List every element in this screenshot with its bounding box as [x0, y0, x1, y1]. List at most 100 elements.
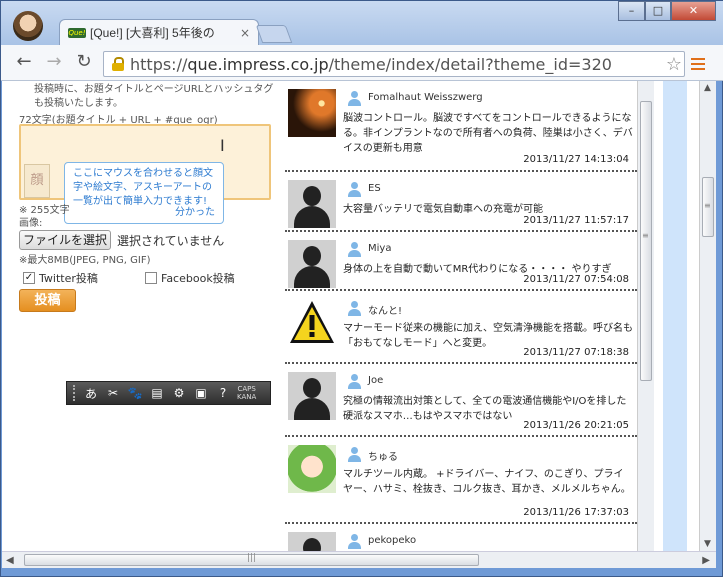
lock-icon [112, 57, 124, 71]
user-avatar[interactable] [288, 180, 336, 228]
ime-caps: CAPS [237, 385, 256, 393]
list-item: Miya 身体の上を自動で動いてMR代わりになる・・・・ やりすぎ 2013/1… [285, 232, 637, 291]
list-item: ES 大容量バッテリで電気自動車への充電が可能 2013/11/27 11:57… [285, 172, 637, 232]
scroll-up-icon[interactable]: ▲ [704, 83, 711, 93]
scroll-left-icon[interactable]: ◀ [6, 555, 14, 566]
answer-feed: Fomalhaut Weisszwerg 脳波コントロール。脳波ですべてをコント… [285, 81, 637, 551]
user-name[interactable]: pekopeko [368, 535, 416, 546]
facebook-checkbox[interactable]: Facebook投稿 [145, 270, 235, 286]
chrome-menu-icon[interactable] [691, 58, 705, 70]
list-item: Joe 究極の情報流出対策として、全ての電波通信機能やI/Oを排した硬派なスマホ… [285, 364, 637, 437]
user-name[interactable]: なんと! [368, 302, 402, 317]
ime-dict-icon[interactable]: ▤ [149, 386, 165, 400]
user-icon [347, 447, 361, 462]
list-item: Fomalhaut Weisszwerg 脳波コントロール。脳波ですべてをコント… [285, 81, 637, 172]
tab-close-icon[interactable]: × [238, 26, 252, 40]
horizontal-scroll-grip: ||| [247, 553, 257, 563]
user-avatar[interactable] [288, 445, 336, 493]
forward-button[interactable]: → [41, 51, 67, 75]
list-item: pekopeko [285, 524, 637, 551]
user-avatar[interactable] [288, 372, 336, 420]
feed-scroll-thumb[interactable] [640, 101, 652, 381]
ime-window-icon[interactable]: ▣ [193, 386, 209, 400]
emoji-tooltip: ここにマウスを合わせると顔文字や絵文字、アスキーアートの一覧が出て簡単入力できま… [64, 162, 224, 224]
ime-settings-icon[interactable]: ⚙ [171, 386, 187, 400]
post-text: 脳波コントロール。脳波ですべてをコントロールできるようになる。非インプラントなの… [343, 113, 633, 154]
user-icon [347, 242, 361, 257]
post-form: 投稿時に、お題タイトルとページURLとハッシュタグも投稿いたします。 72文字(… [2, 81, 282, 551]
browser-toolbar: ← → ↻ https://que.impress.co.jp/theme/in… [1, 45, 723, 81]
user-avatar[interactable] [288, 240, 336, 288]
sidebar-band [663, 81, 687, 551]
user-icon [347, 301, 361, 316]
tab-title: [Que!] [大喜利] 5年後の [90, 26, 215, 40]
twitter-check-icon[interactable]: ✓ [23, 272, 35, 284]
twitter-label: Twitter投稿 [39, 272, 98, 285]
user-name[interactable]: Fomalhaut Weisszwerg [368, 92, 483, 103]
file-limit-text: ※最大8MB(JPEG, PNG, GIF) [19, 255, 151, 266]
page-viewport: 投稿時に、お題タイトルとページURLとハッシュタグも投稿いたします。 72文字(… [2, 81, 716, 551]
list-item: なんと! マナーモード従来の機能に加え、空気清浄機能を搭載。呼び名も「おもてなし… [285, 291, 637, 364]
horizontal-scrollbar[interactable]: ◀ ||| ▶ [2, 551, 716, 568]
ime-help-icon[interactable]: ? [215, 386, 231, 400]
page-scrollbar[interactable]: ▲ ≡ ▼ [699, 81, 716, 551]
user-icon [347, 91, 361, 106]
user-icon [347, 182, 361, 197]
bookmark-star-icon[interactable]: ☆ [664, 54, 684, 75]
close-window-button[interactable]: ✕ [671, 1, 716, 21]
post-timestamp: 2013/11/27 11:57:17 [523, 215, 629, 226]
scroll-right-icon[interactable]: ▶ [702, 555, 710, 566]
ime-pad-icon[interactable]: 🐾 [127, 386, 143, 400]
text-cursor-icon: I [220, 136, 225, 155]
facebook-check-box[interactable] [145, 272, 157, 284]
back-button[interactable]: ← [11, 51, 37, 75]
post-button[interactable]: 投稿 [19, 289, 76, 312]
user-name[interactable]: ちゅる [368, 448, 398, 463]
ime-grip[interactable] [73, 385, 77, 401]
reload-button[interactable]: ↻ [71, 51, 97, 75]
post-text: マルチツール内蔵。 +ドライバー、ナイフ、のこぎり、プライヤー、ハサミ、栓抜き、… [343, 469, 631, 495]
url-scheme: https:// [130, 54, 188, 74]
user-icon [347, 534, 361, 549]
post-timestamp: 2013/11/26 20:21:05 [523, 420, 629, 431]
user-name[interactable]: Joe [368, 375, 383, 386]
user-avatar[interactable] [288, 89, 336, 137]
emoji-button[interactable]: 顔 [24, 164, 50, 198]
image-label: 画像: [19, 218, 43, 229]
user-icon [347, 374, 361, 389]
browser-tab[interactable]: Que! [Que!] [大喜利] 5年後の × [59, 19, 259, 45]
post-timestamp: 2013/11/27 14:13:04 [523, 154, 629, 165]
tooltip-text: ここにマウスを合わせると顔文字や絵文字、アスキーアートの一覧が出て簡単入力できま… [73, 168, 213, 207]
favicon-icon: Que! [68, 27, 86, 38]
user-name[interactable]: ES [368, 183, 381, 194]
ime-tool-icon[interactable]: ✂ [105, 386, 121, 400]
feed-scrollbar[interactable]: ≡ [637, 81, 654, 551]
ime-language-bar: あ ✂ 🐾 ▤ ⚙ ▣ ? CAPS KANA [66, 381, 271, 405]
address-bar[interactable]: https://que.impress.co.jp/theme/index/de… [103, 51, 685, 77]
warning-icon [290, 301, 334, 343]
page-scroll-grip: ≡ [704, 201, 711, 210]
minimize-button[interactable]: – [618, 1, 645, 21]
tooltip-dismiss-link[interactable]: 分かった [175, 206, 215, 220]
new-tab-button[interactable] [255, 25, 293, 43]
list-item: ちゅる マルチツール内蔵。 +ドライバー、ナイフ、のこぎり、プライヤー、ハサミ、… [285, 437, 637, 524]
user-name[interactable]: Miya [368, 243, 391, 254]
post-timestamp: 2013/11/27 07:54:08 [523, 274, 629, 285]
facebook-label: Facebook投稿 [161, 272, 235, 285]
browser-window: Que! [Que!] [大喜利] 5年後の × – □ ✕ ← → ↻ htt… [0, 0, 723, 577]
ime-kana: KANA [237, 393, 257, 401]
post-note: 投稿時に、お題タイトルとページURLとハッシュタグも投稿いたします。 [34, 84, 274, 109]
profile-avatar[interactable] [13, 11, 43, 41]
ime-mode-icon[interactable]: あ [83, 385, 99, 402]
choose-file-button[interactable]: ファイルを選択 [19, 230, 111, 250]
maximize-button[interactable]: □ [645, 1, 671, 21]
twitter-checkbox[interactable]: ✓ Twitter投稿 [23, 270, 98, 286]
title-bar: Que! [Que!] [大喜利] 5年後の × – □ ✕ [1, 1, 723, 45]
user-avatar[interactable] [288, 532, 336, 551]
url-path: /theme/index/detail?theme_id=320 [328, 54, 612, 74]
scroll-down-icon[interactable]: ▼ [704, 539, 711, 549]
feed-scroll-grip: ≡ [642, 231, 649, 240]
warning-avatar[interactable] [288, 299, 336, 347]
ime-caps-kana: CAPS KANA [237, 385, 256, 401]
file-status: 選択されていません [117, 234, 225, 248]
